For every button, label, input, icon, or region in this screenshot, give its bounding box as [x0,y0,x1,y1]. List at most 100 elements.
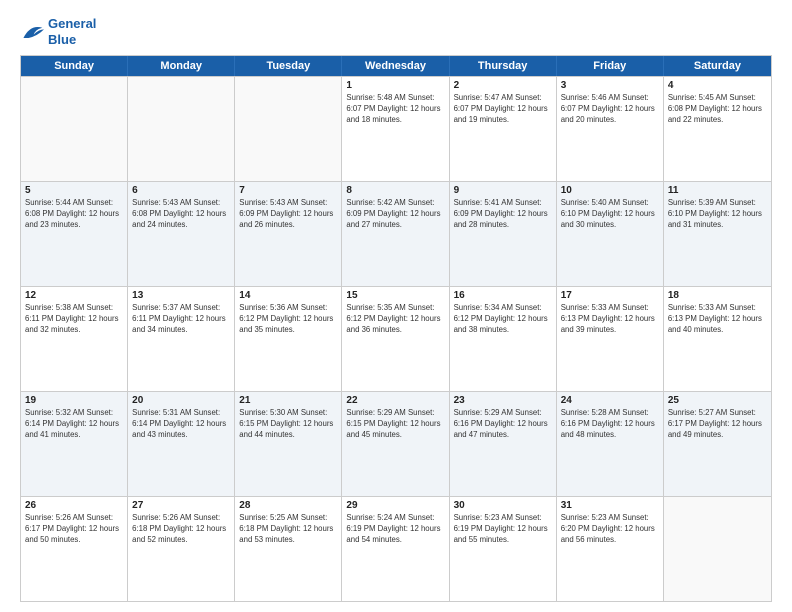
calendar-week-3: 19 Sunrise: 5:32 AM Sunset: 6:14 PM Dayli… [21,391,771,496]
calendar-cell: 14 Sunrise: 5:36 AM Sunset: 6:12 PM Dayli… [235,287,342,391]
calendar-cell [21,77,128,181]
calendar-cell: 27 Sunrise: 5:26 AM Sunset: 6:18 PM Dayli… [128,497,235,601]
cell-date: 20 [132,395,230,406]
cell-date: 26 [25,500,123,511]
header-cell-thursday: Thursday [450,56,557,76]
cell-info: Sunrise: 5:24 AM Sunset: 6:19 PM Dayligh… [346,513,444,546]
cell-info: Sunrise: 5:37 AM Sunset: 6:11 PM Dayligh… [132,303,230,336]
cell-date: 31 [561,500,659,511]
cell-date: 3 [561,80,659,91]
cell-date: 24 [561,395,659,406]
calendar-header-row: SundayMondayTuesdayWednesdayThursdayFrid… [21,56,771,76]
cell-date: 12 [25,290,123,301]
header-cell-friday: Friday [557,56,664,76]
cell-date: 17 [561,290,659,301]
calendar-cell: 29 Sunrise: 5:24 AM Sunset: 6:19 PM Dayli… [342,497,449,601]
calendar-cell: 2 Sunrise: 5:47 AM Sunset: 6:07 PM Daylig… [450,77,557,181]
cell-info: Sunrise: 5:39 AM Sunset: 6:10 PM Dayligh… [668,198,767,231]
calendar-cell: 10Sunrise: 5:40 AM Sunset: 6:10 PM Dayli… [557,182,664,286]
calendar-week-4: 26 Sunrise: 5:26 AM Sunset: 6:17 PM Dayli… [21,496,771,601]
calendar-cell: 15Sunrise: 5:35 AM Sunset: 6:12 PM Dayli… [342,287,449,391]
calendar-cell: 18 Sunrise: 5:33 AM Sunset: 6:13 PM Dayli… [664,287,771,391]
cell-info: Sunrise: 5:25 AM Sunset: 6:18 PM Dayligh… [239,513,337,546]
logo-text: GeneralBlue [48,16,96,47]
cell-date: 27 [132,500,230,511]
header-cell-tuesday: Tuesday [235,56,342,76]
calendar-cell: 20Sunrise: 5:31 AM Sunset: 6:14 PM Dayli… [128,392,235,496]
header: GeneralBlue [20,16,772,47]
calendar-cell: 31Sunrise: 5:23 AM Sunset: 6:20 PM Dayli… [557,497,664,601]
cell-info: Sunrise: 5:33 AM Sunset: 6:13 PM Dayligh… [561,303,659,336]
calendar-cell: 1 Sunrise: 5:48 AM Sunset: 6:07 PM Daylig… [342,77,449,181]
cell-info: Sunrise: 5:26 AM Sunset: 6:17 PM Dayligh… [25,513,123,546]
cell-date: 13 [132,290,230,301]
cell-date: 22 [346,395,444,406]
cell-date: 23 [454,395,552,406]
calendar-cell: 11 Sunrise: 5:39 AM Sunset: 6:10 PM Dayli… [664,182,771,286]
cell-info: Sunrise: 5:27 AM Sunset: 6:17 PM Dayligh… [668,408,767,441]
cell-date: 11 [668,185,767,196]
calendar-cell: 4Sunrise: 5:45 AM Sunset: 6:08 PM Daylig… [664,77,771,181]
calendar-cell: 24 Sunrise: 5:28 AM Sunset: 6:16 PM Dayli… [557,392,664,496]
calendar-cell: 22 Sunrise: 5:29 AM Sunset: 6:15 PM Dayli… [342,392,449,496]
cell-info: Sunrise: 5:26 AM Sunset: 6:18 PM Dayligh… [132,513,230,546]
header-cell-saturday: Saturday [664,56,771,76]
cell-info: Sunrise: 5:46 AM Sunset: 6:07 PM Dayligh… [561,93,659,126]
calendar-body: 1 Sunrise: 5:48 AM Sunset: 6:07 PM Daylig… [21,76,771,601]
cell-date: 7 [239,185,337,196]
cell-info: Sunrise: 5:33 AM Sunset: 6:13 PM Dayligh… [668,303,767,336]
calendar-cell [128,77,235,181]
cell-date: 18 [668,290,767,301]
cell-date: 9 [454,185,552,196]
cell-date: 2 [454,80,552,91]
cell-info: Sunrise: 5:48 AM Sunset: 6:07 PM Dayligh… [346,93,444,126]
calendar-cell: 30Sunrise: 5:23 AM Sunset: 6:19 PM Dayli… [450,497,557,601]
calendar-cell [664,497,771,601]
cell-date: 30 [454,500,552,511]
calendar-cell [235,77,342,181]
calendar-cell: 25 Sunrise: 5:27 AM Sunset: 6:17 PM Dayli… [664,392,771,496]
cell-date: 28 [239,500,337,511]
cell-info: Sunrise: 5:29 AM Sunset: 6:16 PM Dayligh… [454,408,552,441]
header-cell-sunday: Sunday [21,56,128,76]
cell-info: Sunrise: 5:32 AM Sunset: 6:14 PM Dayligh… [25,408,123,441]
logo-icon [20,22,44,42]
calendar-cell: 16 Sunrise: 5:34 AM Sunset: 6:12 PM Dayli… [450,287,557,391]
calendar-cell: 17 Sunrise: 5:33 AM Sunset: 6:13 PM Dayli… [557,287,664,391]
cell-info: Sunrise: 5:29 AM Sunset: 6:15 PM Dayligh… [346,408,444,441]
calendar-cell: 3 Sunrise: 5:46 AM Sunset: 6:07 PM Daylig… [557,77,664,181]
cell-info: Sunrise: 5:36 AM Sunset: 6:12 PM Dayligh… [239,303,337,336]
logo: GeneralBlue [20,16,96,47]
calendar: SundayMondayTuesdayWednesdayThursdayFrid… [20,55,772,602]
cell-date: 1 [346,80,444,91]
cell-info: Sunrise: 5:44 AM Sunset: 6:08 PM Dayligh… [25,198,123,231]
cell-date: 19 [25,395,123,406]
cell-date: 29 [346,500,444,511]
cell-info: Sunrise: 5:30 AM Sunset: 6:15 PM Dayligh… [239,408,337,441]
calendar-week-1: 5 Sunrise: 5:44 AM Sunset: 6:08 PM Daylig… [21,181,771,286]
header-cell-monday: Monday [128,56,235,76]
cell-date: 16 [454,290,552,301]
page: GeneralBlue SundayMondayTuesdayWednesday… [0,0,792,612]
calendar-cell: 12Sunrise: 5:38 AM Sunset: 6:11 PM Dayli… [21,287,128,391]
cell-info: Sunrise: 5:43 AM Sunset: 6:08 PM Dayligh… [132,198,230,231]
calendar-cell: 7Sunrise: 5:43 AM Sunset: 6:09 PM Daylig… [235,182,342,286]
header-cell-wednesday: Wednesday [342,56,449,76]
calendar-cell: 21Sunrise: 5:30 AM Sunset: 6:15 PM Dayli… [235,392,342,496]
calendar-week-2: 12Sunrise: 5:38 AM Sunset: 6:11 PM Dayli… [21,286,771,391]
calendar-cell: 8Sunrise: 5:42 AM Sunset: 6:09 PM Daylig… [342,182,449,286]
cell-info: Sunrise: 5:45 AM Sunset: 6:08 PM Dayligh… [668,93,767,126]
cell-info: Sunrise: 5:47 AM Sunset: 6:07 PM Dayligh… [454,93,552,126]
calendar-cell: 28 Sunrise: 5:25 AM Sunset: 6:18 PM Dayli… [235,497,342,601]
cell-info: Sunrise: 5:41 AM Sunset: 6:09 PM Dayligh… [454,198,552,231]
cell-date: 6 [132,185,230,196]
calendar-week-0: 1 Sunrise: 5:48 AM Sunset: 6:07 PM Daylig… [21,76,771,181]
cell-date: 15 [346,290,444,301]
cell-date: 25 [668,395,767,406]
calendar-cell: 23 Sunrise: 5:29 AM Sunset: 6:16 PM Dayli… [450,392,557,496]
cell-date: 14 [239,290,337,301]
cell-date: 5 [25,185,123,196]
cell-info: Sunrise: 5:28 AM Sunset: 6:16 PM Dayligh… [561,408,659,441]
cell-info: Sunrise: 5:34 AM Sunset: 6:12 PM Dayligh… [454,303,552,336]
calendar-cell: 6 Sunrise: 5:43 AM Sunset: 6:08 PM Daylig… [128,182,235,286]
